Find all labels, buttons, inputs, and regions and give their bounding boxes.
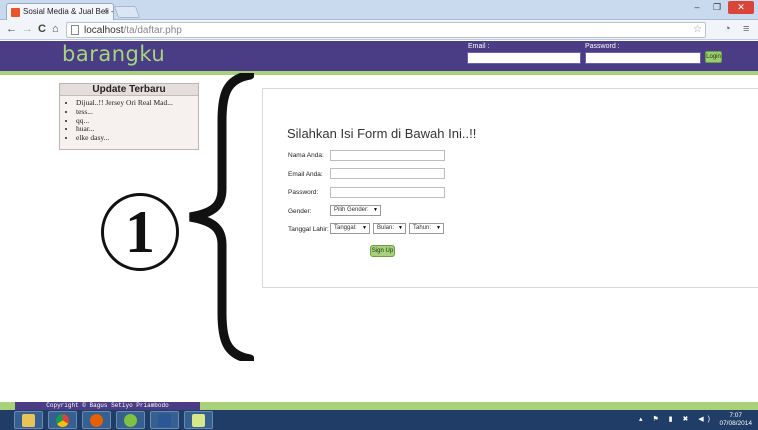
sidebar-title: Update Terbaru: [60, 84, 198, 96]
login-email-input[interactable]: [467, 52, 581, 64]
gender-select[interactable]: Pilih Gender: ▼: [330, 205, 381, 216]
firefox-icon[interactable]: [82, 411, 111, 429]
annotation-number: 1: [101, 193, 179, 271]
chrome-icon[interactable]: [48, 411, 77, 429]
maximize-icon[interactable]: ❐: [708, 1, 726, 14]
copyright-text: Copyright © Bagus Setiyo Priambodo: [15, 402, 200, 410]
address-bar[interactable]: localhost/ta/daftar.php ☆: [66, 22, 706, 38]
password-field-label: Password:: [288, 189, 319, 196]
name-input[interactable]: [330, 150, 445, 161]
browser-tab-bar: Sosial Media & Jual Beli - × – ❐ ✕: [0, 0, 758, 20]
home-icon[interactable]: ⌂: [52, 22, 59, 37]
dropdown-arrow-icon: ▼: [398, 225, 403, 231]
update-list: Dijual..!! Jersey Ori Real Mad... tess..…: [60, 98, 198, 143]
year-select[interactable]: Tahun: ▼: [409, 223, 444, 234]
day-select[interactable]: Tanggal: ▼: [330, 223, 370, 234]
email-input[interactable]: [330, 168, 445, 179]
update-sidebar: Update Terbaru Dijual..!! Jersey Ori Rea…: [59, 83, 199, 150]
dropdown-arrow-icon: ▼: [373, 207, 378, 213]
login-button[interactable]: Login: [705, 51, 722, 63]
tab-close-icon[interactable]: ×: [104, 4, 109, 20]
password-label: Password :: [585, 43, 620, 50]
favicon-icon: [11, 8, 20, 17]
minimize-icon[interactable]: –: [688, 1, 706, 14]
annotation-brace: [189, 73, 254, 361]
password-input[interactable]: [330, 187, 445, 198]
site-header: barangku Email : Password : Login: [0, 41, 758, 71]
new-tab-button[interactable]: [113, 6, 141, 18]
page-icon: [71, 25, 79, 35]
browser-toolbar: ← → C ⌂ localhost/ta/daftar.php ☆ ◔ ≡: [0, 20, 758, 40]
email-field-label: Email Anda:: [288, 171, 323, 178]
list-item[interactable]: Dijual..!! Jersey Ori Real Mad...: [76, 98, 198, 108]
word-icon[interactable]: [150, 411, 179, 429]
header-stripe: [0, 71, 758, 75]
file-explorer-icon[interactable]: [14, 411, 43, 429]
gender-label: Gender:: [288, 208, 312, 215]
month-select[interactable]: Bulan: ▼: [373, 223, 406, 234]
windows-taskbar: ▴ ⚑ ▮ ✖ ◀) 7:07 07/08/2014: [0, 410, 758, 430]
close-window-icon[interactable]: ✕: [728, 1, 754, 14]
url-text: localhost/ta/daftar.php: [84, 25, 182, 36]
sign-up-button[interactable]: Sign Up: [370, 245, 395, 257]
reload-icon[interactable]: C: [38, 22, 46, 37]
tab-title: Sosial Media & Jual Beli -: [23, 7, 114, 16]
app-notepad-icon[interactable]: [184, 411, 213, 429]
dropdown-arrow-icon: ▼: [436, 225, 441, 231]
app-green-icon[interactable]: [116, 411, 145, 429]
dropdown-arrow-icon: ▼: [362, 225, 367, 231]
forward-icon[interactable]: →: [22, 22, 33, 37]
birth-date-label: Tanggal Lahir:: [288, 226, 329, 233]
list-item[interactable]: elke dasy...: [76, 133, 198, 143]
name-label: Nama Anda:: [288, 152, 324, 159]
taskbar-clock[interactable]: 7:07 07/08/2014: [719, 412, 752, 428]
extension-icon[interactable]: ◔: [724, 22, 731, 37]
bookmark-star-icon[interactable]: ☆: [693, 23, 702, 37]
site-logo[interactable]: barangku: [62, 42, 165, 66]
list-item[interactable]: tess...: [76, 107, 198, 117]
system-tray-icons[interactable]: ▴ ⚑ ▮ ✖ ◀): [639, 415, 714, 423]
window-controls: – ❐ ✕: [688, 1, 754, 14]
back-icon[interactable]: ←: [6, 22, 17, 37]
browser-tab[interactable]: Sosial Media & Jual Beli - ×: [6, 3, 114, 20]
form-title: Silahkan Isi Form di Bawah Ini..!!: [287, 126, 477, 141]
login-password-input[interactable]: [585, 52, 701, 64]
menu-icon[interactable]: ≡: [743, 22, 749, 37]
email-label: Email :: [468, 43, 490, 50]
